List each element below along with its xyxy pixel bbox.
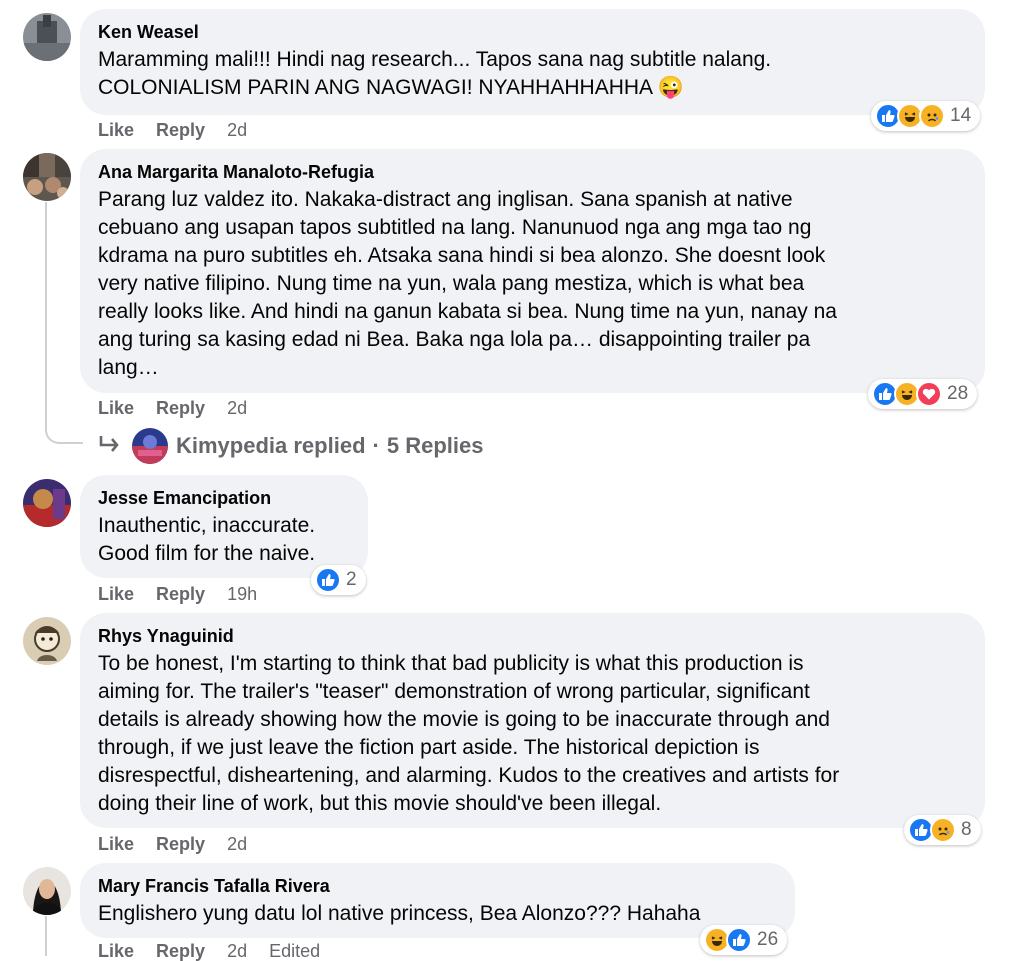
comment-bubble: Mary Francis Tafalla Rivera Englishero y…	[80, 863, 795, 938]
reaction-count: 8	[961, 819, 972, 840]
sad-icon	[919, 103, 945, 129]
avatar[interactable]	[23, 867, 71, 915]
comment-text: Englishero yung datu lol native princess…	[98, 902, 701, 925]
thread-line	[45, 202, 83, 444]
timestamp[interactable]: 2d	[227, 120, 247, 140]
reaction-summary[interactable]: 2	[311, 565, 366, 595]
comment-actions: Like Reply 2d	[98, 834, 269, 854]
reaction-count: 2	[346, 569, 357, 590]
replies-separator: ·	[372, 433, 380, 458]
reply-button[interactable]: Reply	[156, 398, 205, 418]
like-button[interactable]: Like	[98, 584, 134, 604]
comment-actions: Like Reply 2d	[98, 398, 269, 418]
comment-text: Parang luz valdez ito. Nakaka-distract a…	[98, 188, 837, 379]
replies-author: Kimypedia replied	[176, 433, 366, 458]
edited-label[interactable]: Edited	[269, 941, 320, 961]
like-button[interactable]: Like	[98, 941, 134, 961]
reaction-count: 28	[947, 383, 969, 404]
comment-text: To be honest, I'm starting to think that…	[98, 652, 840, 815]
reply-button[interactable]: Reply	[156, 941, 205, 961]
comment-author[interactable]: Ana Margarita Manaloto-Refugia	[98, 161, 967, 183]
like-button[interactable]: Like	[98, 834, 134, 854]
timestamp[interactable]: 2d	[227, 834, 247, 854]
comment-bubble: Ken Weasel Maramming mali!!! Hindi nag r…	[80, 9, 985, 115]
reply-button[interactable]: Reply	[156, 120, 205, 140]
reply-button[interactable]: Reply	[156, 834, 205, 854]
comment-actions: Like Reply 2d	[98, 120, 269, 140]
reaction-summary[interactable]: 28	[868, 379, 978, 409]
comment-author[interactable]: Ken Weasel	[98, 21, 967, 43]
reaction-summary[interactable]: 14	[871, 101, 981, 131]
love-icon	[916, 381, 942, 407]
reaction-count: 26	[757, 929, 779, 950]
comment-actions: Like Reply 2d Edited	[98, 941, 342, 961]
timestamp[interactable]: 2d	[227, 941, 247, 961]
thread-line	[45, 916, 47, 956]
comment-text: Maramming mali!!! Hindi nag research... …	[98, 48, 772, 99]
like-icon	[726, 927, 752, 953]
reaction-summary[interactable]: 8	[904, 815, 981, 845]
like-button[interactable]: Like	[98, 120, 134, 140]
comment-author[interactable]: Rhys Ynaguinid	[98, 625, 967, 647]
comment-author[interactable]: Jesse Emancipation	[98, 487, 350, 509]
reply-button[interactable]: Reply	[156, 584, 205, 604]
reaction-count: 14	[950, 105, 972, 126]
avatar[interactable]	[23, 479, 71, 527]
like-icon	[315, 567, 341, 593]
comment-actions: Like Reply 19h	[98, 584, 279, 604]
replies-count: 5 Replies	[386, 433, 484, 458]
view-replies-link[interactable]: Kimypedia replied · 5 Replies	[98, 428, 483, 464]
comment-text: Inauthentic, inaccurate. Good film for t…	[98, 514, 316, 565]
comment-bubble: Ana Margarita Manaloto-Refugia Parang lu…	[80, 149, 985, 393]
reply-arrow-icon	[98, 434, 126, 459]
reply-avatar	[132, 428, 168, 464]
avatar[interactable]	[23, 13, 71, 61]
timestamp[interactable]: 2d	[227, 398, 247, 418]
timestamp[interactable]: 19h	[227, 584, 257, 604]
comment-author[interactable]: Mary Francis Tafalla Rivera	[98, 875, 777, 897]
avatar[interactable]	[23, 617, 71, 665]
sad-icon	[930, 817, 956, 843]
reaction-summary[interactable]: 26	[700, 925, 788, 955]
avatar[interactable]	[23, 153, 71, 201]
comment-bubble: Rhys Ynaguinid To be honest, I'm startin…	[80, 613, 985, 828]
like-button[interactable]: Like	[98, 398, 134, 418]
comment-bubble: Jesse Emancipation Inauthentic, inaccura…	[80, 475, 368, 578]
